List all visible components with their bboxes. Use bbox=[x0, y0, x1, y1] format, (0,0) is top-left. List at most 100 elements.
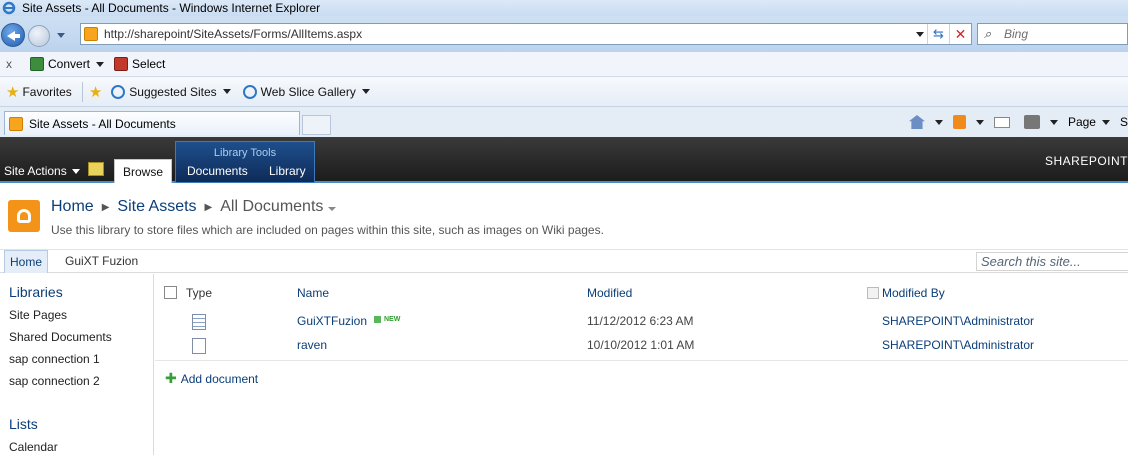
modified-by-link[interactable]: SHAREPOINT\Administrator bbox=[882, 338, 1034, 352]
modified-by-link[interactable]: SHAREPOINT\Administrator bbox=[882, 314, 1034, 328]
quick-launch-item[interactable]: sap connection 2 bbox=[9, 374, 100, 388]
web-slice-gallery-button[interactable]: Web Slice Gallery bbox=[242, 84, 370, 99]
aspx-file-icon bbox=[192, 314, 206, 330]
library-description: Use this library to store files which ar… bbox=[51, 223, 604, 237]
chevron-down-icon bbox=[1049, 119, 1058, 125]
add-document-link[interactable]: ✚ Add document bbox=[165, 370, 258, 387]
favorites-divider bbox=[81, 81, 83, 102]
select-all-checkbox[interactable] bbox=[164, 286, 177, 299]
column-header-modified-by[interactable]: Modified By bbox=[882, 286, 945, 300]
add-favorite-star-icon: ★ bbox=[88, 83, 103, 101]
refresh-button[interactable]: ⇆ bbox=[927, 24, 949, 44]
modified-date: 10/10/2012 1:01 AM bbox=[587, 338, 695, 352]
column-header-name[interactable]: Name bbox=[297, 286, 329, 300]
breadcrumb-separator-icon: ▶ bbox=[204, 201, 213, 213]
page-favicon-icon bbox=[84, 27, 98, 41]
select-button[interactable]: Select bbox=[114, 57, 165, 71]
sharepoint-brand: SHAREPOINT bbox=[1044, 154, 1128, 168]
view-dropdown-icon[interactable] bbox=[328, 206, 337, 211]
column-header-modified[interactable]: Modified bbox=[587, 286, 632, 300]
recent-pages-dropdown-icon[interactable] bbox=[57, 33, 65, 38]
breadcrumb-current-view[interactable]: All Documents bbox=[220, 198, 323, 216]
site-search-input[interactable]: Search this site... bbox=[976, 252, 1128, 271]
filter-icon bbox=[867, 287, 879, 299]
site-logo-icon[interactable] bbox=[8, 200, 40, 232]
favorites-label: Favorites bbox=[22, 84, 72, 99]
browser-tab-active[interactable]: Site Assets - All Documents bbox=[4, 111, 300, 135]
command-bar: x Convert Select bbox=[0, 52, 1128, 77]
site-actions-label: Site Actions bbox=[4, 164, 67, 178]
chevron-down-icon bbox=[916, 31, 924, 37]
suggested-sites-label: Suggested Sites bbox=[129, 84, 217, 99]
plus-icon: ✚ bbox=[165, 370, 177, 386]
table-row[interactable]: raven 10/10/2012 1:01 AM SHAREPOINT\Admi… bbox=[155, 333, 1128, 357]
home-button[interactable] bbox=[908, 115, 943, 129]
command-toolbar: Page S bbox=[908, 110, 1128, 134]
new-badge: NEW bbox=[374, 316, 400, 323]
feeds-button[interactable] bbox=[952, 115, 984, 129]
convert-button[interactable]: Convert bbox=[30, 57, 105, 71]
page-menu-button[interactable]: Page bbox=[1068, 115, 1110, 129]
breadcrumb-site-assets[interactable]: Site Assets bbox=[117, 198, 196, 216]
favorites-button[interactable]: ★ Favorites bbox=[6, 83, 72, 101]
bing-search-box[interactable]: ⌕ Bing bbox=[977, 23, 1128, 45]
search-icon: ⌕ bbox=[984, 26, 992, 41]
file-name-link[interactable]: GuiXTFuzion bbox=[297, 314, 367, 328]
address-row: http://sharepoint/SiteAssets/Forms/AllIt… bbox=[0, 16, 1128, 52]
chevron-down-icon bbox=[975, 119, 984, 125]
ie-page-icon bbox=[111, 84, 126, 99]
page-menu-label: Page bbox=[1067, 115, 1096, 129]
new-badge-label: NEW bbox=[384, 316, 401, 323]
tab-documents[interactable]: Documents bbox=[187, 164, 248, 178]
safety-menu-button[interactable]: S bbox=[1120, 115, 1128, 129]
new-tab-button[interactable] bbox=[302, 115, 331, 135]
chevron-down-icon bbox=[934, 119, 943, 125]
library-tools-title: Library Tools bbox=[213, 147, 277, 159]
window-title: Site Assets - All Documents - Windows In… bbox=[22, 1, 321, 15]
tab-browse[interactable]: Browse bbox=[114, 159, 172, 183]
quick-launch-item[interactable]: Shared Documents bbox=[9, 330, 112, 344]
add-to-favorites-button[interactable]: ★ bbox=[89, 83, 105, 101]
quick-launch-item[interactable]: Calendar bbox=[9, 440, 58, 454]
close-toolbar-button[interactable]: x bbox=[6, 57, 20, 71]
address-dropdown-button[interactable] bbox=[913, 24, 927, 44]
home-icon bbox=[908, 115, 925, 129]
browser-tab-row: Site Assets - All Documents Page S bbox=[0, 107, 1128, 137]
convert-icon bbox=[30, 57, 44, 71]
quick-launch-lists-heading[interactable]: Lists bbox=[9, 416, 38, 432]
breadcrumb: Home ▶ Site Assets ▶ All Documents bbox=[51, 198, 337, 216]
quick-launch-item[interactable]: sap connection 1 bbox=[9, 352, 100, 366]
bing-search-placeholder[interactable]: Bing bbox=[1004, 27, 1028, 41]
quick-launch-libraries-heading[interactable]: Libraries bbox=[9, 284, 63, 300]
breadcrumb-home[interactable]: Home bbox=[51, 198, 94, 216]
library-tools-group: Library Tools Documents Library bbox=[175, 141, 315, 183]
address-bar[interactable]: http://sharepoint/SiteAssets/Forms/AllIt… bbox=[80, 23, 972, 45]
top-nav-home[interactable]: Home bbox=[4, 250, 49, 273]
quick-launch: Libraries Site Pages Shared Documents sa… bbox=[0, 274, 154, 455]
mail-button[interactable] bbox=[993, 116, 1014, 128]
favorites-bar: ★ Favorites ★ Suggested Sites Web Slice … bbox=[0, 77, 1128, 107]
site-actions-menu[interactable]: Site Actions bbox=[4, 164, 80, 178]
stop-button[interactable]: ✕ bbox=[949, 24, 971, 44]
safety-menu-label: S bbox=[1119, 115, 1128, 129]
document-list: Type Name Modified Modified By GuiXTFuzi… bbox=[155, 274, 1128, 455]
quick-launch-item[interactable]: Site Pages bbox=[9, 308, 67, 322]
back-button[interactable] bbox=[1, 23, 25, 47]
select-icon bbox=[114, 57, 129, 71]
tab-library[interactable]: Library bbox=[269, 164, 306, 178]
file-name-link[interactable]: raven bbox=[297, 338, 327, 352]
top-nav-guixt-fuzion[interactable]: GuiXT Fuzion bbox=[65, 250, 138, 273]
window-titlebar: Site Assets - All Documents - Windows In… bbox=[0, 0, 1128, 16]
navigate-up-icon[interactable] bbox=[88, 162, 104, 176]
top-navigation: Home GuiXT Fuzion Search this site... bbox=[0, 249, 1128, 273]
print-button[interactable] bbox=[1023, 115, 1058, 129]
ie-page-icon bbox=[242, 84, 257, 99]
forward-button[interactable] bbox=[28, 25, 50, 47]
people-icon bbox=[17, 209, 31, 223]
breadcrumb-separator-icon: ▶ bbox=[101, 201, 110, 213]
address-url[interactable]: http://sharepoint/SiteAssets/Forms/AllIt… bbox=[104, 27, 913, 41]
table-row[interactable]: GuiXTFuzion NEW 11/12/2012 6:23 AM SHARE… bbox=[155, 309, 1128, 333]
chevron-down-icon bbox=[1101, 119, 1110, 125]
column-header-type: Type bbox=[186, 286, 213, 300]
suggested-sites-button[interactable]: Suggested Sites bbox=[111, 84, 231, 99]
